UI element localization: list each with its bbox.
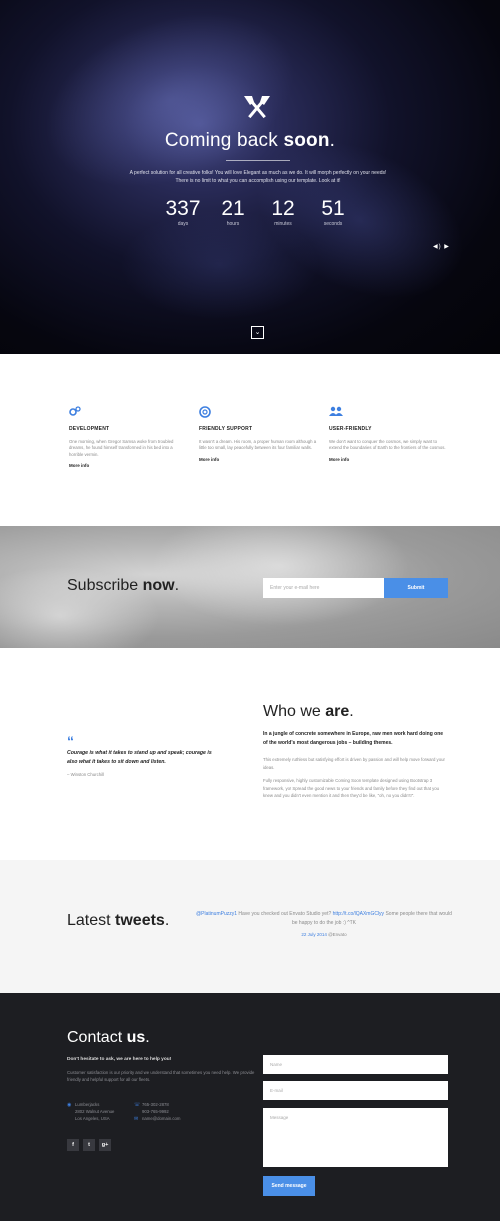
twitter-icon[interactable]: t xyxy=(83,1139,95,1151)
users-icon xyxy=(329,406,447,420)
gears-icon xyxy=(69,406,187,420)
name-field[interactable]: Name xyxy=(263,1055,448,1074)
hero-section: Coming back soon. A perfect solution for… xyxy=(0,0,500,354)
contact-section: Contact us. Don't hesitate to ask, we ar… xyxy=(0,993,500,1221)
subscribe-title: Subscribe now. xyxy=(67,577,180,594)
scroll-down-button[interactable]: ⌄ xyxy=(251,326,264,339)
tweet-text: @PlatinumPuzzy1 Have you checked out Env… xyxy=(196,910,452,927)
features-section: DEVELOPMENT One morning, when Gregor Sam… xyxy=(0,354,500,526)
map-marker-icon: ◉ xyxy=(67,1102,72,1108)
hero-divider xyxy=(226,160,290,161)
envelope-icon: ✉ xyxy=(134,1116,139,1122)
feature-text: It wasn't a dream. His room, a proper hu… xyxy=(199,439,317,451)
feature-development: DEVELOPMENT One morning, when Gregor Sam… xyxy=(69,406,187,468)
hero-title: Coming back soon. xyxy=(164,130,336,151)
crossed-axes-logo-icon xyxy=(244,96,270,119)
tweet-handle-link[interactable]: @PlatinumPuzzy1 xyxy=(196,911,237,917)
countdown-seconds-value: 51 xyxy=(321,197,345,220)
feature-text: We don't want to conquer the cosmos, we … xyxy=(329,439,446,451)
about-section: “ Courage is what it takes to stand up a… xyxy=(0,648,500,860)
countdown-seconds: 51 seconds xyxy=(303,197,363,228)
feature-title: USER-FRIENDLY xyxy=(329,426,372,432)
tweet-date-link[interactable]: 22 July 2014 xyxy=(301,932,327,937)
quote-text: Courage is what it takes to stand up and… xyxy=(67,750,212,765)
tweet-body: Have you checked out Envato Studio yet? xyxy=(237,911,333,917)
send-message-button[interactable]: Send message xyxy=(263,1176,315,1196)
phone-icon: ☏ xyxy=(134,1102,141,1108)
lifebuoy-icon xyxy=(199,406,317,420)
email-link[interactable]: name@domain.com xyxy=(142,1116,181,1123)
contact-lead: Don't hesitate to ask, we are here to he… xyxy=(67,1057,172,1062)
about-paragraph: This extremely ruthless but satisfying e… xyxy=(263,757,445,770)
contact-email: ✉ name@domain.com xyxy=(134,1116,181,1123)
chevron-down-icon: ⌄ xyxy=(254,329,261,336)
address-line: 2802 Walnut Avenue xyxy=(75,1108,115,1114)
contact-address: ◉ Lumberjacks 2802 Walnut Avenue Los Ang… xyxy=(67,1102,114,1122)
phone-number: 903-765-9992 xyxy=(142,1108,169,1114)
tweet-meta: 22 July 2014 @Envato xyxy=(196,932,452,937)
feature-title: FRIENDLY SUPPORT xyxy=(199,426,253,432)
subscribe-email-input[interactable]: Enter your e-mail here xyxy=(263,578,384,598)
phone-number: 765-302-2878 xyxy=(142,1102,169,1107)
hero-description: A perfect solution for all creative folk… xyxy=(129,170,387,184)
feature-friendly-support: FRIENDLY SUPPORT It wasn't a dream. His … xyxy=(199,406,317,462)
quote-icon: “ xyxy=(67,733,74,749)
more-info-link[interactable]: More info xyxy=(199,457,317,462)
facebook-icon[interactable]: f xyxy=(67,1139,79,1151)
tweets-section: Latest tweets. @PlatinumPuzzy1 Have you … xyxy=(0,860,500,993)
address-line: Los Angeles, USA xyxy=(75,1115,110,1121)
more-info-link[interactable]: More info xyxy=(329,457,447,462)
address-line: Lumberjacks xyxy=(75,1102,100,1107)
tweet-url-link[interactable]: http://t.co/lQAXmGClyy xyxy=(333,911,384,917)
google-plus-icon[interactable]: g+ xyxy=(99,1139,111,1151)
email-field[interactable]: E-mail xyxy=(263,1081,448,1100)
feature-text: One morning, when Gregor Samsa woke from… xyxy=(69,439,174,457)
play-icon[interactable]: ▶ xyxy=(444,244,450,250)
subscribe-submit-button[interactable]: Submit xyxy=(384,578,448,598)
feature-title: DEVELOPMENT xyxy=(69,426,110,432)
contact-title: Contact us. xyxy=(67,1029,150,1046)
tweets-title: Latest tweets. xyxy=(67,912,170,929)
background-cloud xyxy=(150,526,410,626)
message-field[interactable]: Message xyxy=(263,1108,448,1167)
countdown-seconds-label: seconds xyxy=(323,221,343,227)
quote-author: – Winston Churchill xyxy=(67,772,105,777)
volume-icon[interactable]: ◀) xyxy=(433,244,442,250)
more-info-link[interactable]: More info xyxy=(69,463,187,468)
subscribe-section: Subscribe now. Enter your e-mail here Su… xyxy=(0,526,500,648)
contact-text: Customer satisfaction is our priority an… xyxy=(67,1070,255,1082)
audio-controls[interactable]: ◀) ▶ xyxy=(433,243,450,250)
about-lead: In a jungle of concrete somewhere in Eur… xyxy=(263,731,444,746)
about-paragraph: Fully responsive, highly customizable Co… xyxy=(263,778,440,798)
feature-user-friendly: USER-FRIENDLY We don't want to conquer t… xyxy=(329,406,447,462)
about-title: Who we are. xyxy=(263,703,354,720)
tweet-author: @Envato xyxy=(326,932,347,937)
contact-phones: ☏ 765-302-2878 903-765-9992 xyxy=(134,1102,169,1116)
